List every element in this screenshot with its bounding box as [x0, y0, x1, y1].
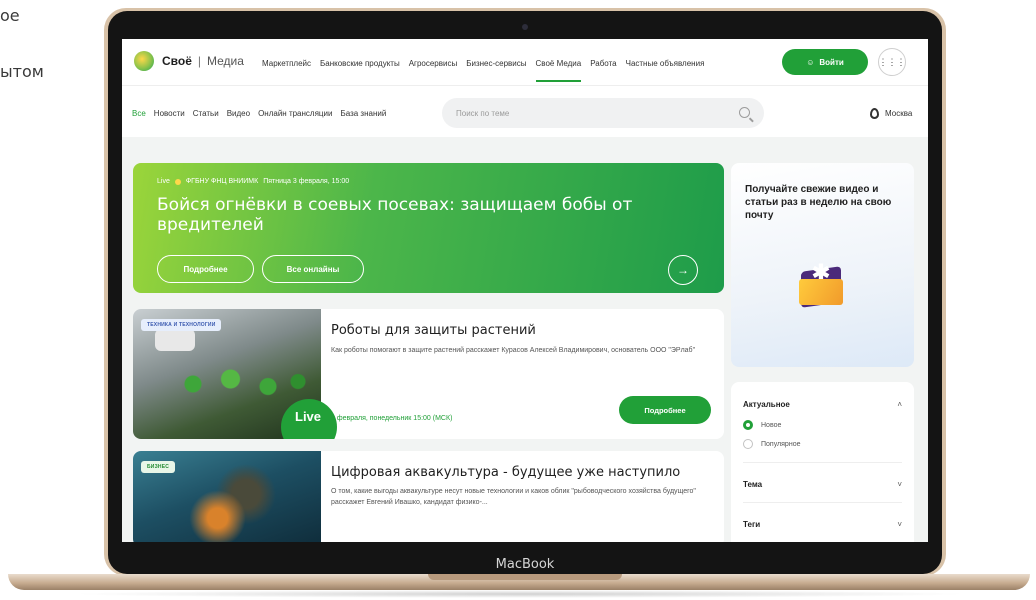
brand-logo[interactable]: Своё | Медиа [134, 51, 244, 71]
event-card[interactable]: ТЕХНИКА И ТЕХНОЛОГИИ Live Роботы для защ… [133, 309, 724, 439]
radio-label: Новое [761, 421, 782, 429]
category-tag[interactable]: ТЕХНИКА И ТЕХНОЛОГИИ [141, 319, 222, 331]
card-more-button[interactable]: Подробнее [619, 396, 711, 424]
top-header: Своё | Медиа Маркетплейс Банковские прод… [122, 39, 928, 85]
radio-label: Популярное [761, 440, 801, 448]
tab-articles[interactable]: Статьи [193, 109, 219, 118]
card-title[interactable]: Цифровая аквакультура - будущее уже наст… [331, 465, 680, 480]
device-label: MacBook [495, 557, 555, 572]
hero-live-label: Live [157, 178, 170, 185]
content-filter-nav: Все Новости Статьи Видео Онлайн трансляц… [132, 109, 386, 118]
radio-selected-icon[interactable] [743, 420, 753, 430]
logo-icon [134, 51, 154, 71]
brand-sub: Медиа [207, 54, 244, 68]
tab-video[interactable]: Видео [227, 109, 250, 118]
hero-meta: Live ФГБНУ ФНЦ ВНИИМК Пятница 3 февраля,… [157, 178, 349, 185]
user-icon: ☺ [806, 57, 815, 67]
nav-item-private-ads[interactable]: Частные объявления [626, 59, 705, 68]
brand-name: Своё [162, 54, 192, 68]
main-nav: Маркетплейс Банковские продукты Агросерв… [262, 59, 705, 82]
filter-theme-heading[interactable]: Тема [743, 480, 762, 489]
chevron-down-icon[interactable]: ˅ [897, 520, 902, 529]
search-icon[interactable] [739, 107, 750, 118]
sub-header: Все Новости Статьи Видео Онлайн трансляц… [122, 85, 928, 137]
envelope-icon: ✱ [795, 259, 847, 311]
tab-all[interactable]: Все [132, 109, 146, 118]
card-description: Как роботы помогают в защите растений ра… [331, 347, 696, 354]
radio-icon[interactable] [743, 439, 753, 449]
hero-title[interactable]: Бойся огнёвки в соевых посевах: защищаем… [157, 195, 724, 235]
nav-item-marketplace[interactable]: Маркетплейс [262, 59, 311, 68]
hero-organizer: ФГБНУ ФНЦ ВНИИМК [185, 178, 259, 185]
filter-tags-heading[interactable]: Теги [743, 520, 760, 529]
search-placeholder: Поиск по теме [456, 109, 510, 118]
laptop-screen: Своё | Медиа Маркетплейс Банковские прод… [122, 39, 928, 542]
radio-option-new[interactable]: Новое [743, 420, 781, 430]
filters-panel: Актуальное ˄ Новое Популярное Тема ˅ Тег… [731, 382, 914, 542]
camera-icon [522, 24, 528, 30]
newsletter-promo[interactable]: Получайте свежие видео и статьи раз в не… [731, 163, 914, 367]
tab-news[interactable]: Новости [154, 109, 185, 118]
card-description: О том, какие выгоды аквакультуре несут н… [331, 488, 696, 506]
chevron-up-icon[interactable]: ˄ [897, 400, 902, 409]
card-date: 6 февраля, понедельник 15:00 (МСК) [331, 415, 453, 422]
brand-separator: | [197, 54, 202, 68]
chevron-down-icon[interactable]: ˅ [897, 480, 902, 489]
side-text-fragment-2: ытом [0, 62, 44, 81]
filter-actual-heading[interactable]: Актуальное [743, 400, 790, 409]
apps-grid-button[interactable]: ⋮⋮⋮ [878, 48, 906, 76]
all-streams-button[interactable]: Все онлайны [262, 255, 364, 283]
promo-text: Получайте свежие видео и статьи раз в не… [745, 184, 892, 221]
nav-item-svoe-media[interactable]: Своё Медиа [535, 59, 581, 82]
nav-item-bank-products[interactable]: Банковские продукты [320, 59, 400, 68]
event-card[interactable]: БИЗНЕС Цифровая аквакультура - будущее у… [133, 451, 724, 542]
laptop-shadow [70, 590, 970, 598]
city-selector[interactable]: Москва [870, 108, 912, 119]
laptop-base-notch [428, 574, 622, 580]
arrow-right-icon[interactable]: → [668, 255, 698, 285]
card-title[interactable]: Роботы для защиты растений [331, 323, 536, 338]
tab-live-streams[interactable]: Онлайн трансляции [258, 109, 332, 118]
login-button[interactable]: ☺ Войти [782, 49, 868, 75]
grid-icon: ⋮⋮⋮ [878, 56, 906, 67]
hero-date: Пятница 3 февраля, 15:00 [263, 178, 350, 185]
nav-item-business-services[interactable]: Бизнес-сервисы [466, 59, 526, 68]
login-label: Войти [819, 57, 844, 67]
radio-option-popular[interactable]: Популярное [743, 439, 800, 449]
location-pin-icon [870, 108, 879, 119]
city-name: Москва [885, 109, 913, 118]
tab-knowledge-base[interactable]: База знаний [340, 109, 386, 118]
category-tag[interactable]: БИЗНЕС [141, 461, 176, 473]
plants-shape [163, 359, 313, 409]
hero-more-button[interactable]: Подробнее [157, 255, 254, 283]
search-input[interactable]: Поиск по теме [442, 98, 764, 128]
nav-item-jobs[interactable]: Работа [590, 59, 616, 68]
robot-arm-shape [155, 329, 195, 351]
side-text-fragment-1: ое [0, 6, 20, 25]
hero-banner: Live ФГБНУ ФНЦ ВНИИМК Пятница 3 февраля,… [133, 163, 724, 293]
live-dot-icon [174, 178, 181, 185]
divider [743, 502, 902, 503]
nav-item-agro-services[interactable]: Агросервисы [409, 59, 458, 68]
divider [743, 462, 902, 463]
